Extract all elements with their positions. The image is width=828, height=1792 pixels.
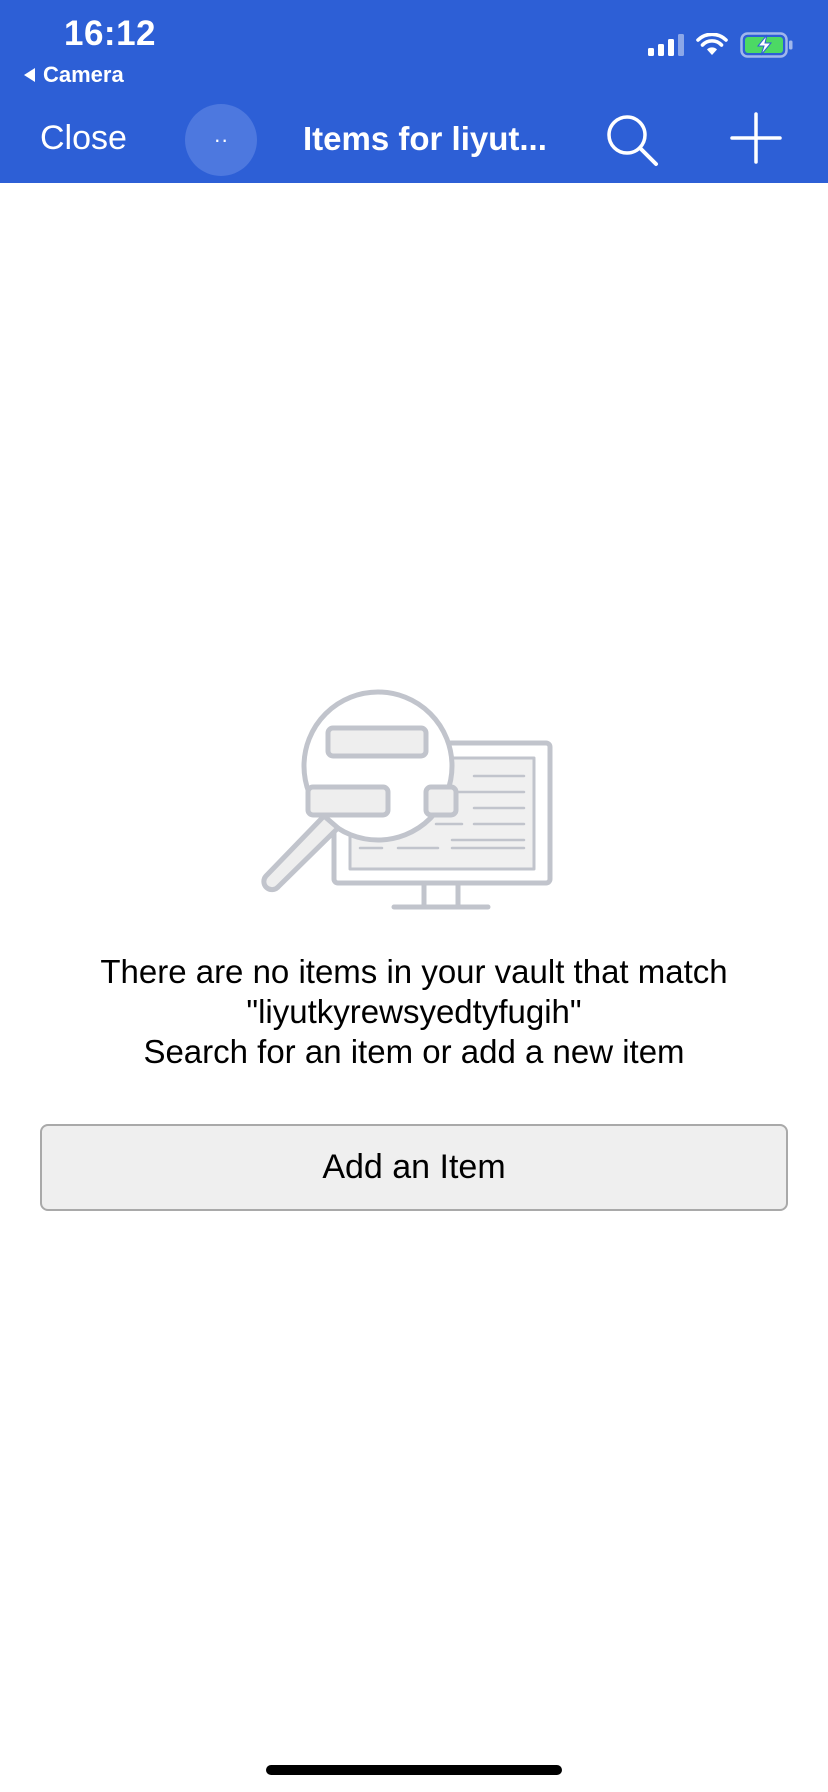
app-header: 16:12 Camera Close ·· Items for liyut... <box>0 0 828 183</box>
add-item-button[interactable]: Add an Item <box>40 1124 788 1211</box>
close-button[interactable]: Close <box>40 119 127 158</box>
status-icons <box>648 32 794 58</box>
plus-icon[interactable] <box>728 110 784 166</box>
empty-state-message: There are no items in your vault that ma… <box>0 952 828 1072</box>
wifi-icon <box>696 33 728 55</box>
back-label: Camera <box>43 62 124 87</box>
empty-message-line: There are no items in your vault that ma… <box>100 953 728 990</box>
empty-hint-line: Search for an item or add a new item <box>143 1033 685 1070</box>
search-monitor-illustration <box>261 689 553 910</box>
back-arrow-icon <box>24 68 35 82</box>
search-icon[interactable] <box>604 112 660 168</box>
search-query-text: "liyutkyrewsyedtyfugih" <box>246 993 582 1030</box>
back-to-camera-link[interactable]: Camera <box>24 62 124 88</box>
page-title: Items for liyut... <box>303 120 547 157</box>
home-indicator[interactable] <box>266 1765 562 1775</box>
status-time: 16:12 <box>64 14 157 53</box>
battery-charging-icon <box>740 32 793 58</box>
more-options-button[interactable]: ·· <box>185 104 257 176</box>
cellular-signal-icon <box>648 34 684 56</box>
